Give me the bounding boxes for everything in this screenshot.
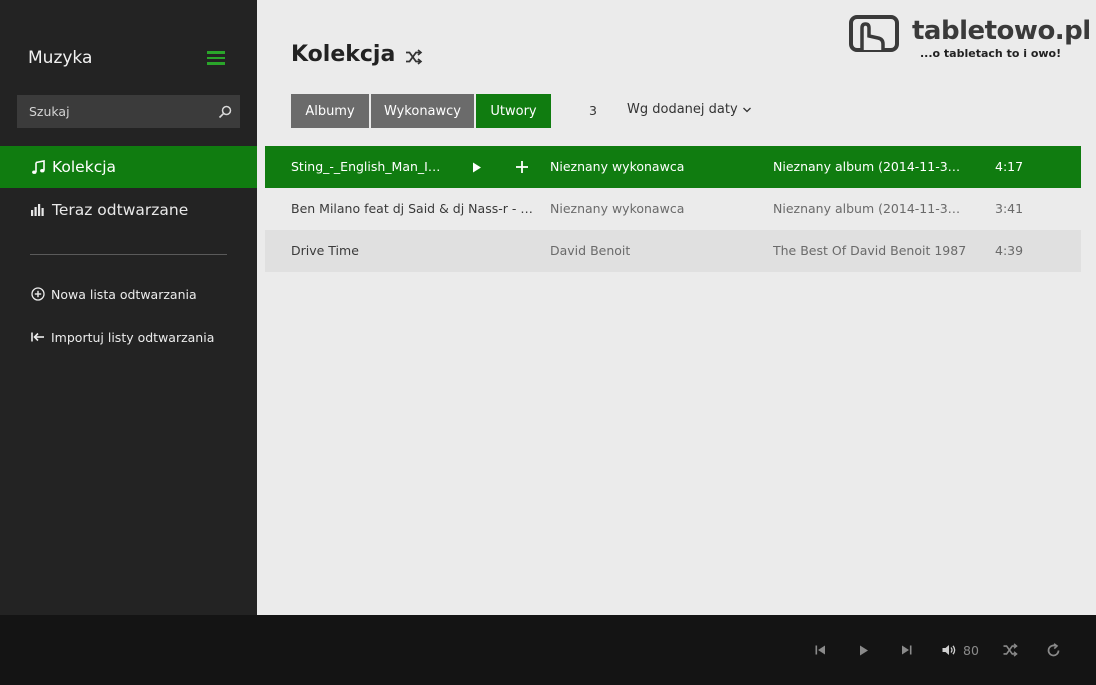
sidebar-item-collection[interactable]: Kolekcja bbox=[0, 146, 257, 188]
tablet-hand-icon bbox=[849, 15, 899, 52]
volume-button[interactable] bbox=[941, 641, 957, 659]
sidebar-item-label: Teraz odtwarzane bbox=[52, 201, 189, 219]
tab-tracks[interactable]: Utwory bbox=[476, 94, 551, 128]
shuffle-all-icon[interactable] bbox=[405, 49, 423, 65]
sort-label: Wg dodanej daty bbox=[627, 102, 738, 117]
import-icon bbox=[31, 330, 45, 344]
search-icon[interactable] bbox=[210, 95, 240, 128]
menu-icon[interactable] bbox=[207, 51, 225, 65]
add-to-playlist-button[interactable] bbox=[515, 146, 531, 188]
track-album: The Best Of David Benoit 1987 bbox=[773, 243, 967, 258]
plus-icon bbox=[516, 161, 528, 173]
track-duration: 4:39 bbox=[995, 243, 1024, 258]
track-title: Sting_-_English_Man_In_... bbox=[291, 159, 446, 174]
sidebar-divider bbox=[30, 254, 227, 255]
play-icon bbox=[473, 162, 481, 172]
track-count: 3 bbox=[589, 103, 597, 118]
track-artist: Nieznany wykonawca bbox=[550, 201, 685, 216]
logo-name: tabletowo.pl bbox=[912, 16, 1091, 46]
search-input[interactable] bbox=[17, 95, 210, 128]
next-button[interactable] bbox=[900, 641, 912, 659]
watermark-logo: tabletowo.pl ...o tabletach to i owo! bbox=[848, 14, 1091, 64]
repeat-icon bbox=[1047, 642, 1059, 656]
track-album: Nieznany album (2014-11-30 15... bbox=[773, 201, 968, 216]
volume-level: 80 bbox=[963, 643, 979, 658]
tab-albums[interactable]: Albumy bbox=[291, 94, 369, 128]
track-title: Drive Time bbox=[291, 243, 359, 258]
play-icon bbox=[860, 645, 868, 655]
track-artist: David Benoit bbox=[550, 243, 631, 258]
skip-forward-icon bbox=[901, 645, 911, 655]
new-playlist-button[interactable]: Nowa lista odtwarzania bbox=[0, 279, 257, 309]
skip-back-icon bbox=[815, 645, 825, 655]
logo-tagline: ...o tabletach to i owo! bbox=[920, 47, 1062, 60]
play-button[interactable] bbox=[858, 641, 870, 659]
search-box bbox=[17, 95, 240, 128]
app-title: Muzyka bbox=[28, 48, 93, 68]
shuffle-button[interactable] bbox=[1001, 641, 1019, 659]
import-playlists-label: Importuj listy odtwarzania bbox=[51, 329, 215, 345]
track-album: Nieznany album (2014-11-30 15... bbox=[773, 159, 968, 174]
player-bar: 80 bbox=[0, 615, 1096, 685]
new-playlist-label: Nowa lista odtwarzania bbox=[51, 286, 197, 302]
repeat-button[interactable] bbox=[1045, 641, 1061, 659]
track-duration: 4:17 bbox=[995, 159, 1024, 174]
chevron-down-icon bbox=[742, 107, 751, 112]
tab-artists[interactable]: Wykonawcy bbox=[371, 94, 474, 128]
table-row[interactable]: Sting_-_English_Man_In_... Nieznany wyko… bbox=[265, 146, 1081, 188]
track-duration: 3:41 bbox=[995, 201, 1024, 216]
table-row[interactable]: Ben Milano feat dj Said & dj Nass-r - im… bbox=[265, 188, 1081, 230]
shuffle-icon bbox=[1003, 643, 1018, 657]
add-circle-icon bbox=[31, 287, 45, 301]
track-title: Ben Milano feat dj Said & dj Nass-r - im… bbox=[291, 201, 536, 216]
sidebar: Muzyka Kolekcja Teraz odtwarzane Nowa li… bbox=[0, 0, 257, 615]
sidebar-item-label: Kolekcja bbox=[52, 158, 117, 176]
previous-button[interactable] bbox=[814, 641, 826, 659]
track-list: Sting_-_English_Man_In_... Nieznany wyko… bbox=[265, 146, 1081, 272]
sort-dropdown[interactable]: Wg dodanej daty bbox=[627, 102, 752, 117]
track-artist: Nieznany wykonawca bbox=[550, 159, 685, 174]
sidebar-item-now-playing[interactable]: Teraz odtwarzane bbox=[0, 189, 257, 231]
equalizer-icon bbox=[30, 202, 46, 218]
play-track-button[interactable] bbox=[472, 146, 486, 188]
import-playlists-button[interactable]: Importuj listy odtwarzania bbox=[0, 322, 257, 352]
table-row[interactable]: Drive Time David Benoit The Best Of Davi… bbox=[265, 230, 1081, 272]
speaker-icon bbox=[942, 645, 955, 655]
music-note-icon bbox=[30, 159, 46, 175]
page-title: Kolekcja bbox=[291, 42, 396, 67]
view-tabs: Albumy Wykonawcy Utwory bbox=[291, 94, 553, 128]
